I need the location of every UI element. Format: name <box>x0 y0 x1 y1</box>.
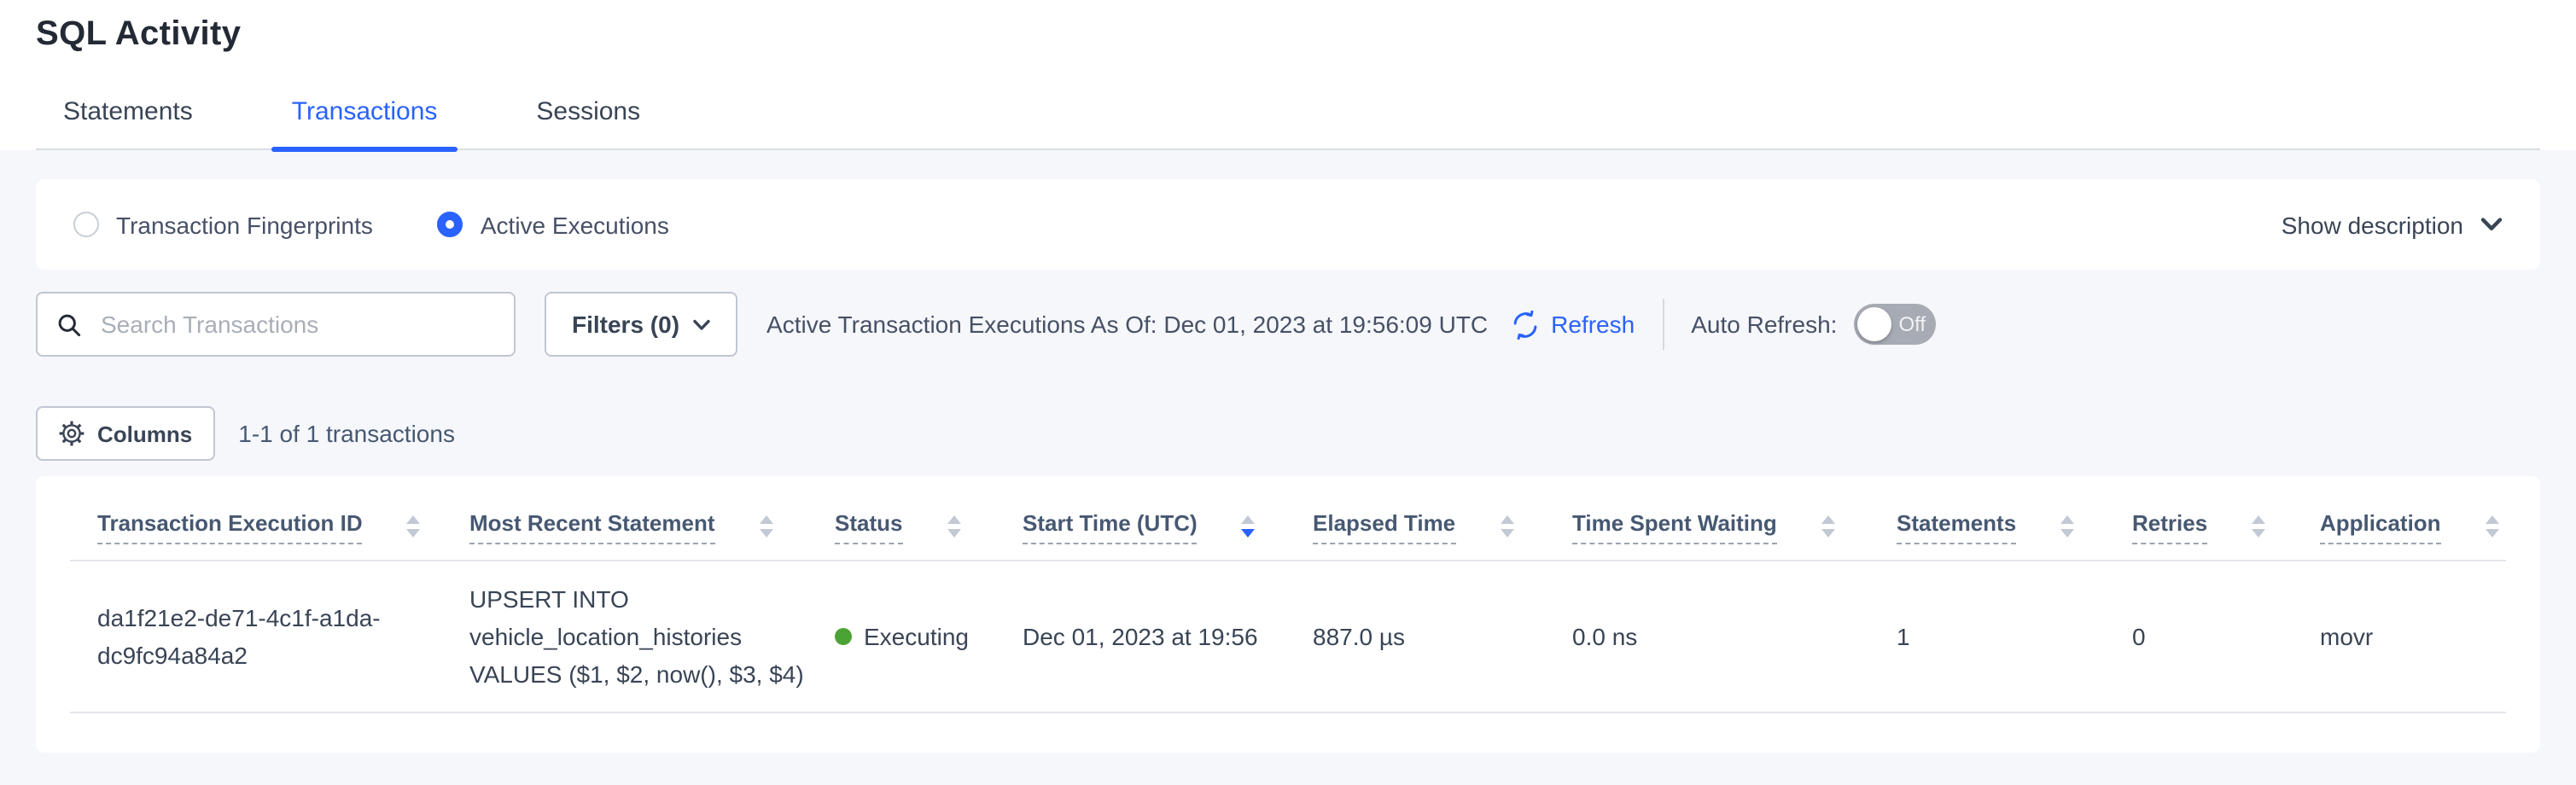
column-header-start-time[interactable]: Start Time (UTC) <box>1023 476 1313 561</box>
app-viewport: SQL Activity Statements Transactions Ses… <box>0 0 2576 785</box>
tab-statements[interactable]: Statements <box>43 97 213 148</box>
sort-icon[interactable] <box>1500 515 1513 538</box>
show-description-label: Show description <box>2282 211 2463 238</box>
auto-refresh-toggle[interactable]: Off <box>1854 304 1936 345</box>
table-row[interactable]: da1f21e2-de71-4c1f-a1da- dc9fc94a84a2 UP… <box>70 561 2506 712</box>
radio-unselected-icon[interactable] <box>73 212 99 237</box>
toggle-state-label: Off <box>1898 312 1926 336</box>
cell-status: Executing <box>835 561 1023 712</box>
show-description-toggle[interactable]: Show description <box>2282 211 2503 238</box>
as-of-text: Active Transaction Executions As Of: Dec… <box>766 311 1488 338</box>
cell-start-time: Dec 01, 2023 at 19:56 <box>1023 561 1313 712</box>
cell-transaction-execution-id[interactable]: da1f21e2-de71-4c1f-a1da- dc9fc94a84a2 <box>70 561 469 712</box>
column-header-most-recent-statement[interactable]: Most Recent Statement <box>469 476 835 561</box>
sort-icon[interactable] <box>760 515 773 538</box>
toggle-knob[interactable] <box>1857 307 1891 341</box>
page-title: SQL Activity <box>36 15 2540 55</box>
view-mode-card: Transaction Fingerprints Active Executio… <box>36 179 2540 270</box>
column-header-retries[interactable]: Retries <box>2132 476 2320 561</box>
filters-button[interactable]: Filters (0) <box>545 292 737 357</box>
column-header-statements[interactable]: Statements <box>1897 476 2132 561</box>
sort-icon[interactable] <box>2486 515 2499 538</box>
radio-selected-icon[interactable] <box>438 212 463 237</box>
toolbar: Filters (0) Active Transaction Execution… <box>36 292 2540 357</box>
tab-transactions[interactable]: Transactions <box>271 97 458 148</box>
page-header: SQL Activity Statements Transactions Ses… <box>0 0 2576 150</box>
cell-most-recent-statement: UPSERT INTO vehicle_location_histories V… <box>469 561 835 712</box>
table-header-row: Transaction Execution ID Most Recent Sta… <box>70 476 2506 561</box>
sort-icon-active-desc[interactable] <box>1242 515 1256 538</box>
column-header-time-spent-waiting[interactable]: Time Spent Waiting <box>1572 476 1897 561</box>
status-executing-dot-icon <box>835 628 852 645</box>
sort-icon[interactable] <box>1821 515 1835 538</box>
chevron-down-icon <box>693 318 710 330</box>
radio-label: Transaction Fingerprints <box>116 211 373 238</box>
cell-statements: 1 <box>1897 561 2132 712</box>
cell-time-spent-waiting: 0.0 ns <box>1572 561 1897 712</box>
radio-active-executions[interactable]: Active Executions <box>438 211 669 238</box>
refresh-icon <box>1510 310 1539 339</box>
auto-refresh-label: Auto Refresh: <box>1691 311 1837 338</box>
sort-icon[interactable] <box>2252 515 2265 538</box>
search-input[interactable] <box>97 309 495 340</box>
cell-elapsed-time: 887.0 µs <box>1313 561 1572 712</box>
refresh-button[interactable]: Refresh <box>1510 310 1635 339</box>
filters-label: Filters (0) <box>572 311 679 338</box>
transactions-table: Transaction Execution ID Most Recent Sta… <box>70 476 2506 713</box>
table-controls: Columns 1-1 of 1 transactions <box>36 406 2540 461</box>
transactions-table-card: Transaction Execution ID Most Recent Sta… <box>36 476 2540 753</box>
sort-icon[interactable] <box>2060 515 2074 538</box>
chevron-down-icon <box>2480 217 2503 232</box>
gear-icon <box>58 420 85 447</box>
column-header-status[interactable]: Status <box>835 476 1023 561</box>
search-icon <box>56 311 82 337</box>
column-header-elapsed-time[interactable]: Elapsed Time <box>1313 476 1572 561</box>
toolbar-divider <box>1662 299 1664 350</box>
cell-application: movr <box>2320 561 2506 712</box>
columns-label: Columns <box>97 421 192 446</box>
column-header-application[interactable]: Application <box>2320 476 2506 561</box>
sort-icon[interactable] <box>947 515 960 538</box>
radio-transaction-fingerprints[interactable]: Transaction Fingerprints <box>73 211 373 238</box>
results-count: 1-1 of 1 transactions <box>238 420 455 447</box>
cell-retries: 0 <box>2132 561 2320 712</box>
tab-bar: Statements Transactions Sessions <box>36 97 2540 150</box>
refresh-label: Refresh <box>1551 311 1635 338</box>
search-box[interactable] <box>36 292 516 357</box>
column-header-transaction-execution-id[interactable]: Transaction Execution ID <box>70 476 469 561</box>
radio-label: Active Executions <box>481 211 669 238</box>
sort-icon[interactable] <box>407 515 421 538</box>
columns-button[interactable]: Columns <box>36 406 214 461</box>
tab-sessions[interactable]: Sessions <box>516 97 661 148</box>
